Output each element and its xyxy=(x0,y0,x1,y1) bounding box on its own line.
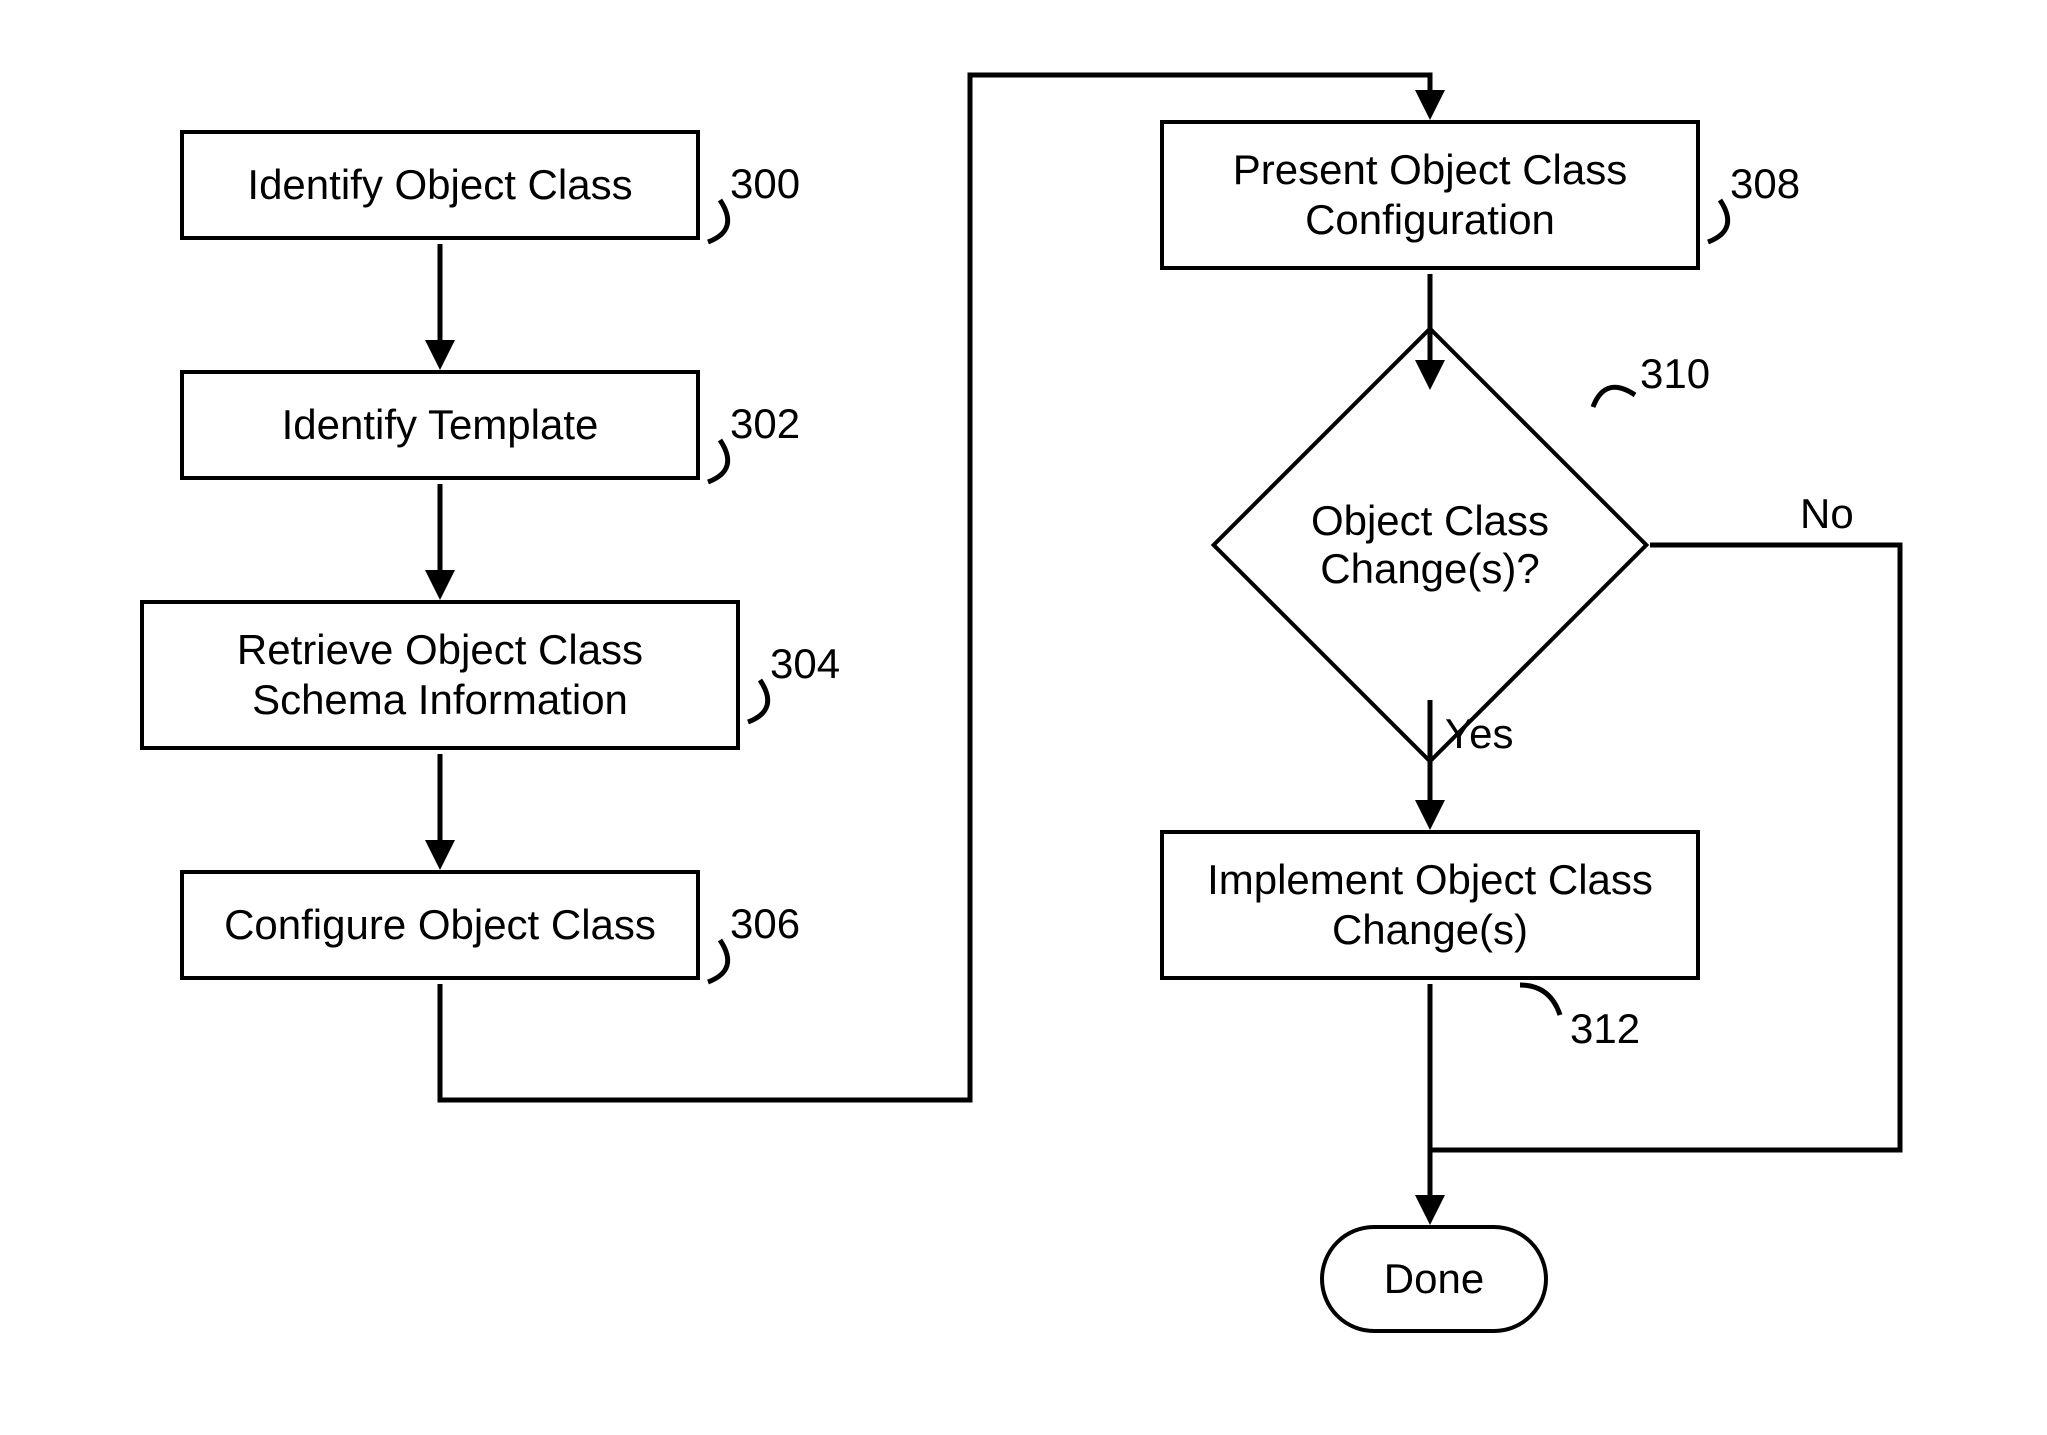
flowchart-canvas: Identify Object Class 300 Identify Templ… xyxy=(0,0,2047,1435)
process-retrieve-schema: Retrieve Object Class Schema Information xyxy=(140,600,740,750)
process-present-configuration: Present Object Class Configuration xyxy=(1160,120,1700,270)
process-label: Identify Object Class xyxy=(247,160,632,210)
process-identify-template: Identify Template xyxy=(180,370,700,480)
decision-object-class-changes: Object Class Change(s)? xyxy=(1275,390,1585,700)
process-label: Identify Template xyxy=(282,400,599,450)
process-label: Implement Object Class Change(s) xyxy=(1184,855,1676,956)
terminator-label: Done xyxy=(1384,1255,1484,1303)
ref-300: 300 xyxy=(730,160,800,208)
process-label: Configure Object Class xyxy=(224,900,656,950)
process-label: Present Object Class Configuration xyxy=(1184,145,1676,246)
process-configure-object-class: Configure Object Class xyxy=(180,870,700,980)
ref-312: 312 xyxy=(1570,1005,1640,1053)
process-identify-object-class: Identify Object Class xyxy=(180,130,700,240)
edge-label-yes: Yes xyxy=(1445,710,1514,758)
ref-308: 308 xyxy=(1730,160,1800,208)
ref-306: 306 xyxy=(730,900,800,948)
ref-304: 304 xyxy=(770,640,840,688)
edge-label-no: No xyxy=(1800,490,1854,538)
process-implement-changes: Implement Object Class Change(s) xyxy=(1160,830,1700,980)
terminator-done: Done xyxy=(1320,1225,1548,1333)
process-label: Retrieve Object Class Schema Information xyxy=(164,625,716,726)
decision-label: Object Class Change(s)? xyxy=(1215,497,1645,593)
ref-302: 302 xyxy=(730,400,800,448)
ref-310: 310 xyxy=(1640,350,1710,398)
